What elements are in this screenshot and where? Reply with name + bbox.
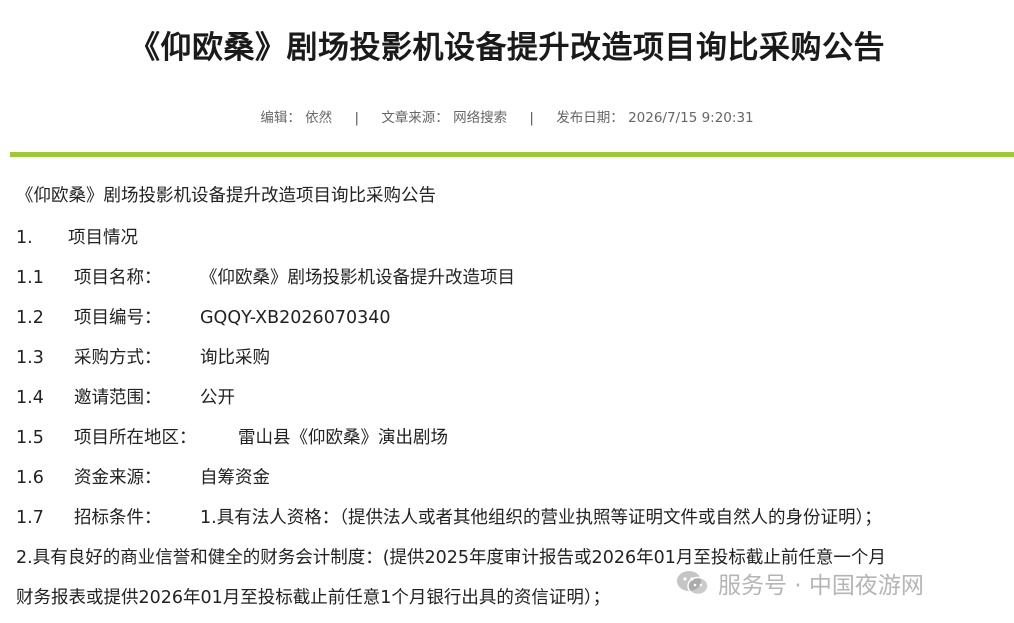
list-item: 1.2 项目编号： GQQY-XB2026070340 — [16, 306, 391, 330]
item-number: 1.3 — [16, 348, 44, 368]
item-label: 资金来源： — [74, 468, 162, 488]
body-heading: 《仰欧桑》剧场投影机设备提升改造项目询比采购公告 — [16, 186, 436, 206]
item-number: 1.1 — [16, 268, 44, 288]
item-label: 邀请范围： — [74, 388, 162, 408]
item-value: 1.具有法人资格：（提供法人或者其他组织的营业执照等证明文件或自然人的身份证明）… — [200, 508, 882, 528]
item-label: 招标条件： — [74, 508, 162, 528]
source-value: 网络搜索 — [453, 110, 508, 126]
date-label: 发布日期： — [556, 110, 624, 126]
item-label: 采购方式： — [74, 348, 162, 368]
watermark: 服务号 · 中国夜游网 — [676, 565, 924, 601]
item-number: 1.2 — [16, 308, 44, 328]
item-value: 公开 — [200, 388, 235, 408]
item-label: 项目编号： — [74, 308, 162, 328]
section-label: 项目情况 — [68, 228, 138, 248]
list-item: 1.3 采购方式： 询比采购 — [16, 346, 270, 370]
meta-separator: | — [529, 110, 534, 126]
watermark-text: 服务号 · 中国夜游网 — [718, 573, 924, 599]
item-label: 项目所在地区： — [74, 428, 197, 448]
item-number: 1.7 — [16, 508, 44, 528]
item-value: 自筹资金 — [200, 468, 270, 488]
item-number: 1.5 — [16, 428, 44, 448]
editor-name: 依然 — [305, 110, 333, 126]
list-item: 1.7 招标条件： 1.具有法人资格：（提供法人或者其他组织的营业执照等证明文件或自… — [16, 506, 882, 530]
meta-separator: | — [354, 110, 360, 126]
editor-label: 编辑： — [260, 110, 301, 126]
article-meta: 编辑： 依然 | 文章来源： 网络搜索 | 发布日期： 2026/7/15 9:… — [0, 106, 1014, 126]
source-label: 文章来源： — [381, 110, 449, 126]
item-value: 《仰欧桑》剧场投影机设备提升改造项目 — [200, 268, 515, 288]
wechat-icon — [677, 571, 709, 596]
paragraph-line: 财务报表或提供2026年01月至投标截止前任意1个月银行出具的资信证明）； — [16, 588, 611, 608]
item-label: 项目名称： — [74, 268, 162, 288]
item-value: GQQY-XB2026070340 — [200, 308, 391, 328]
article-title: 《仰欧桑》剧场投影机设备提升改造项目询比采购公告 — [129, 30, 885, 66]
list-item: 1.5 项目所在地区： 雷山县《仰欧桑》演出剧场 — [16, 426, 448, 450]
item-number: 1.4 — [16, 388, 44, 408]
list-item: 1.1 项目名称： 《仰欧桑》剧场投影机设备提升改造项目 — [16, 266, 515, 290]
list-item: 1.6 资金来源： 自筹资金 — [16, 466, 270, 490]
section-number: 1. — [16, 228, 33, 248]
item-number: 1.6 — [16, 468, 44, 488]
publish-date: 2026/7/15 9:20:31 — [628, 110, 754, 126]
header-divider — [10, 152, 1014, 157]
item-value: 雷山县《仰欧桑》演出剧场 — [238, 428, 448, 448]
item-value: 询比采购 — [200, 348, 270, 368]
section-heading: 1. 项目情况 — [16, 226, 138, 250]
list-item: 1.4 邀请范围： 公开 — [16, 386, 235, 410]
